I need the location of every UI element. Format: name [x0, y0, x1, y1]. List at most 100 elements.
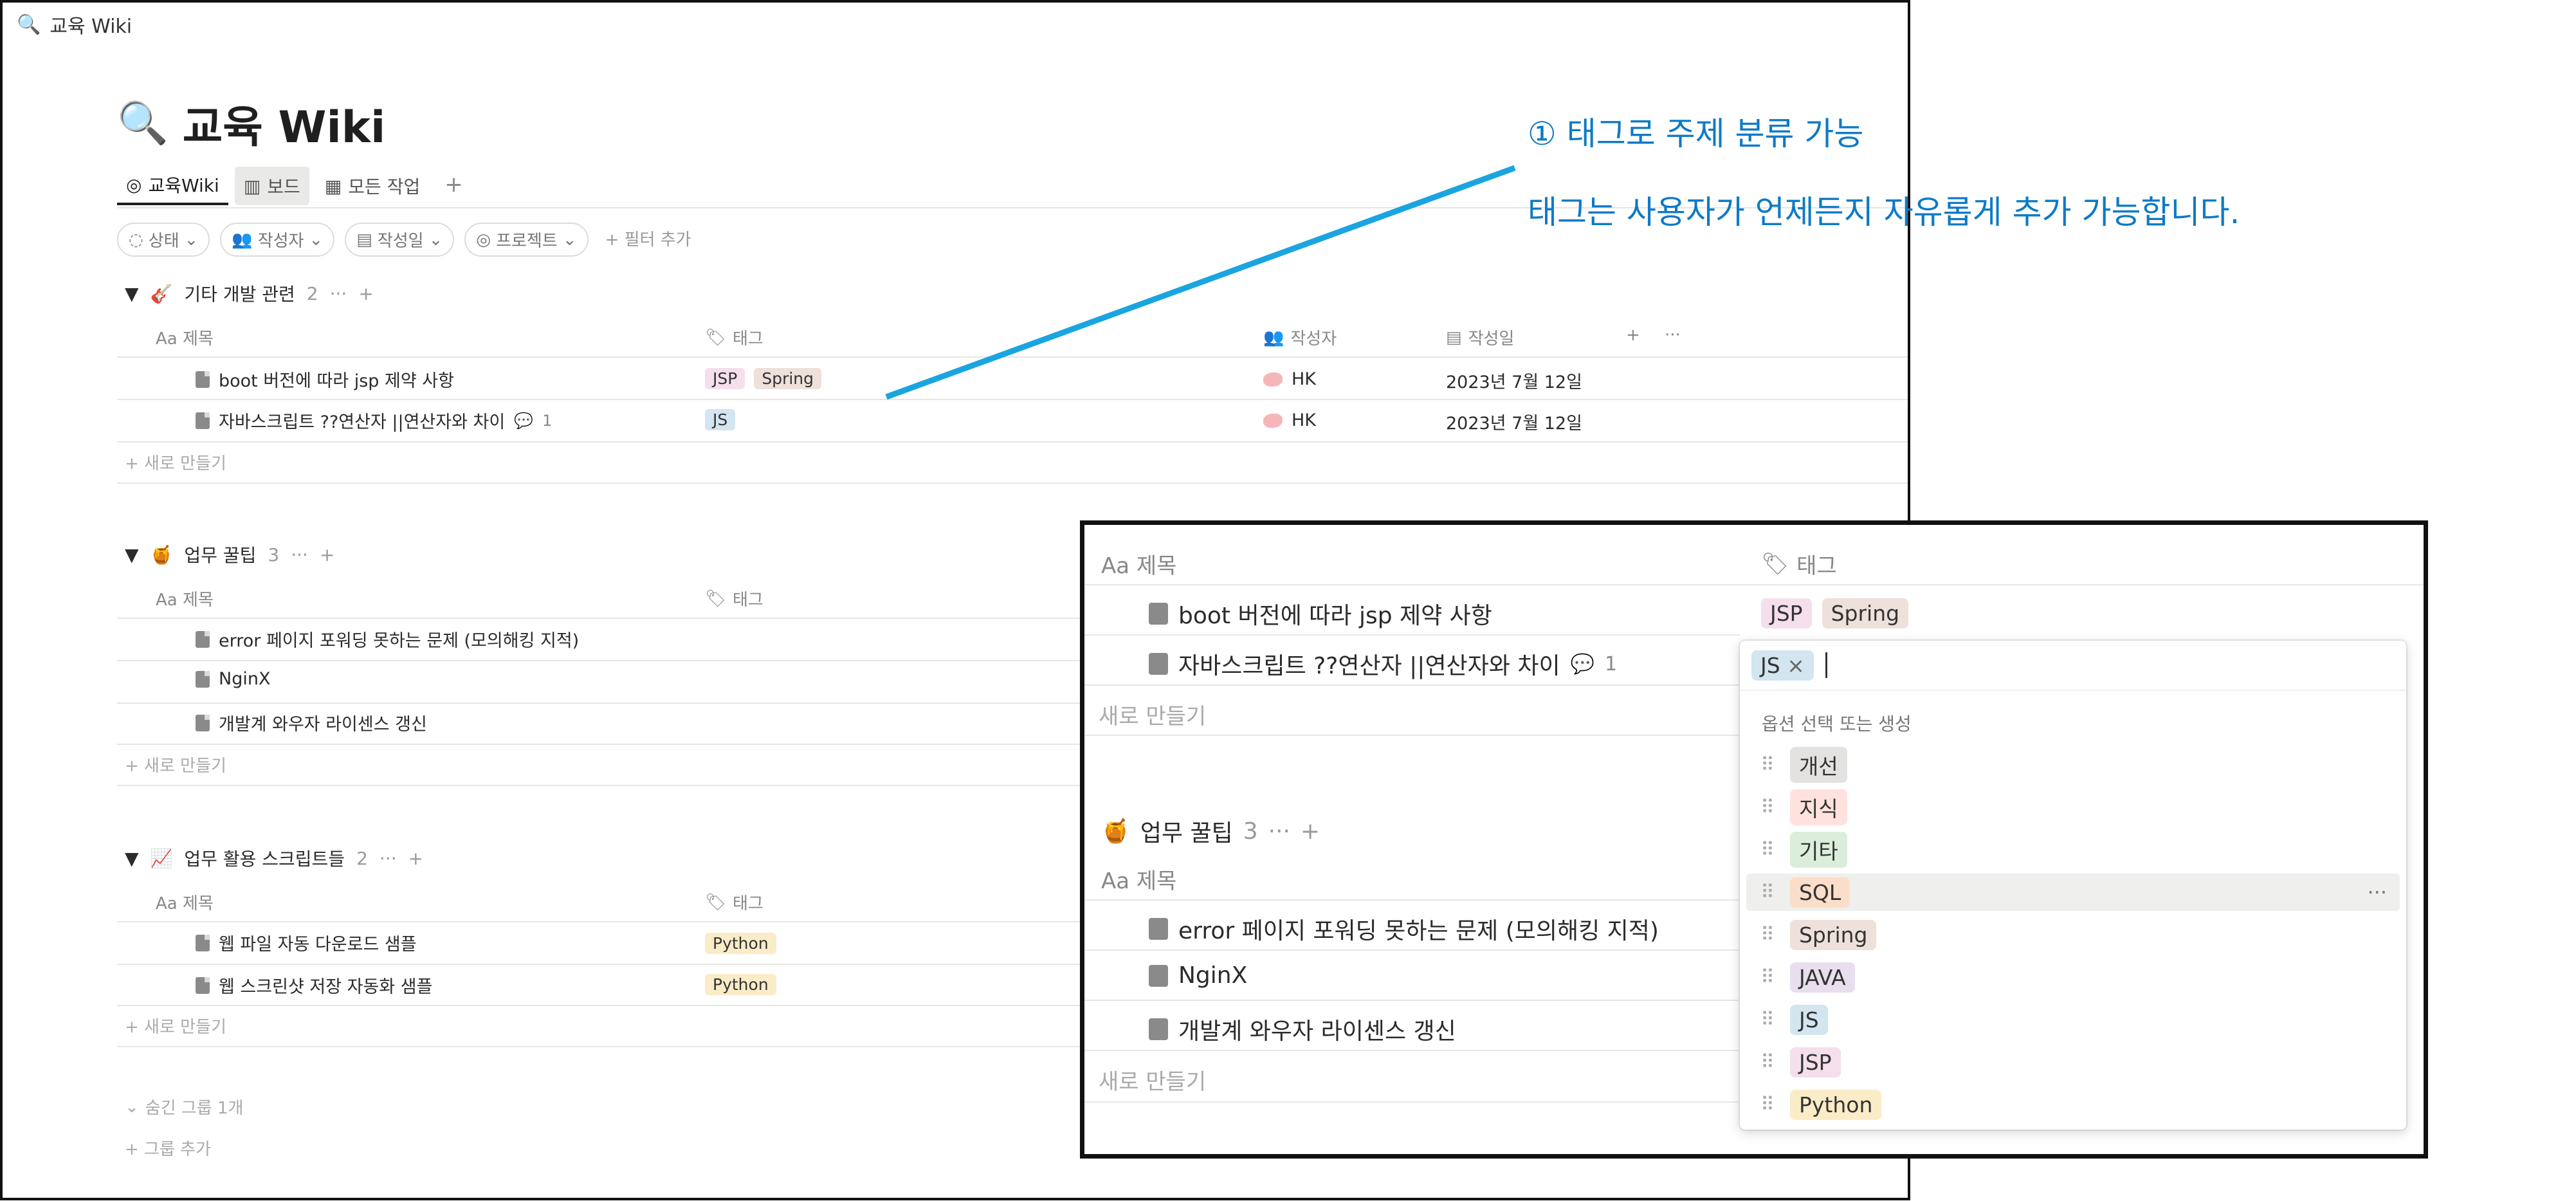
- column-header-title[interactable]: Aa 제목: [1101, 548, 1176, 580]
- option-item[interactable]: ⠿ Spring: [1746, 916, 2400, 953]
- tag-icon: 🏷: [705, 892, 727, 912]
- column-header-title[interactable]: Aa 제목: [1101, 863, 1176, 895]
- add-column-icon[interactable]: +: [1626, 325, 1640, 345]
- new-row-button[interactable]: + 새로 만들기: [125, 753, 226, 776]
- table-row[interactable]: 웹 스크린샷 저장 자동화 샘플: [196, 973, 432, 998]
- comment-icon: 💬: [514, 411, 534, 430]
- drag-handle-icon[interactable]: ⠿: [1760, 1009, 1775, 1031]
- add-icon[interactable]: +: [408, 848, 423, 869]
- more-icon[interactable]: ···: [330, 283, 347, 304]
- window-titlebar: 🔍 교육 Wiki: [17, 10, 132, 39]
- new-row-button[interactable]: + 새로 만들기: [125, 450, 226, 474]
- table-row[interactable]: 개발계 와우자 라이센스 갱신: [196, 710, 427, 735]
- tag-select-dropdown: JS × 옵션 선택 또는 생성 ⠿ 개선 ⠿ 지식 ⠿ 기타 ⠿ SQL ··· ⠿ Sp…: [1740, 641, 2406, 1130]
- column-header-tags[interactable]: 🏷 태그: [705, 325, 763, 349]
- author-cell[interactable]: HK: [1263, 410, 1316, 430]
- option-item[interactable]: ⠿ 지식: [1746, 789, 2400, 826]
- option-item[interactable]: ⠿ JS: [1746, 1001, 2400, 1038]
- table-row[interactable]: 개발계 와우자 라이센스 갱신: [1149, 1013, 1456, 1046]
- tags-cell[interactable]: Python: [705, 933, 776, 954]
- column-header-title[interactable]: Aa 제목: [156, 890, 214, 914]
- add-group-button[interactable]: + 그룹 추가: [125, 1136, 211, 1160]
- group-header[interactable]: ▼ 🍯 업무 꿀팁 3 ··· +: [125, 542, 334, 567]
- people-icon: 👥: [1263, 327, 1284, 347]
- tag-icon: 🏷: [705, 327, 727, 347]
- table-row[interactable]: error 페이지 포워딩 못하는 문제 (모의해킹 지적): [196, 627, 579, 652]
- hidden-groups-toggle[interactable]: ⌄ 숨긴 그룹 1개: [125, 1095, 243, 1119]
- chevron-down-icon: ⌄: [428, 230, 443, 250]
- tab-all-tasks[interactable]: ▦ 모든 작업: [316, 167, 429, 205]
- date-cell[interactable]: 2023년 7월 12일: [1446, 409, 1582, 434]
- close-icon[interactable]: ×: [1787, 653, 1805, 678]
- group-header[interactable]: ▼ 🎸 기타 개발 관련 2 ··· +: [125, 280, 374, 306]
- more-icon[interactable]: ···: [1268, 818, 1290, 845]
- drag-handle-icon[interactable]: ⠿: [1760, 966, 1775, 989]
- table-row[interactable]: error 페이지 포워딩 못하는 문제 (모의해킹 지적): [1149, 912, 1659, 946]
- filter-project[interactable]: ◎ 프로젝트 ⌄: [464, 223, 589, 257]
- tab-wiki[interactable]: ◎ 교육Wiki: [117, 167, 228, 205]
- filter-date[interactable]: ▤ 작성일 ⌄: [345, 223, 455, 257]
- table-row[interactable]: boot 버전에 따라 jsp 제약 사항: [1149, 597, 1492, 630]
- option-item[interactable]: ⠿ SQL ···: [1746, 874, 2400, 911]
- filter-status[interactable]: ◌ 상태 ⌄: [117, 223, 210, 257]
- divider: [117, 618, 1082, 619]
- column-header-title[interactable]: Aa 제목: [156, 325, 214, 349]
- tag-search-input[interactable]: JS ×: [1740, 641, 2406, 691]
- table-row[interactable]: NginX: [196, 669, 270, 689]
- option-item[interactable]: ⠿ JAVA: [1746, 958, 2400, 996]
- drag-handle-icon[interactable]: ⠿: [1760, 754, 1775, 776]
- column-header-date[interactable]: ▤ 작성일: [1446, 325, 1514, 349]
- tab-board[interactable]: ▥ 보드: [234, 167, 309, 205]
- option-item[interactable]: ⠿ 개선: [1746, 746, 2400, 784]
- new-row-button[interactable]: 새로 만들기: [1099, 1064, 1206, 1096]
- page-title[interactable]: 🔍 교육 Wiki: [117, 91, 385, 155]
- column-header-title[interactable]: Aa 제목: [156, 587, 214, 610]
- add-icon[interactable]: +: [358, 283, 373, 304]
- add-icon[interactable]: +: [1301, 818, 1320, 845]
- table-row[interactable]: boot 버전에 따라 jsp 제약 사항: [196, 367, 454, 392]
- option-item[interactable]: ⠿ 기타: [1746, 831, 2400, 868]
- selected-tag-chip[interactable]: JS ×: [1751, 650, 1814, 681]
- table-row[interactable]: 자바스크립트 ??연산자 ||연산자와 차이 💬 1: [196, 408, 552, 433]
- table-row[interactable]: 웹 파일 자동 다운로드 샘플: [196, 930, 417, 955]
- drag-handle-icon[interactable]: ⠿: [1760, 881, 1775, 904]
- drag-handle-icon[interactable]: ⠿: [1760, 796, 1775, 819]
- drag-handle-icon[interactable]: ⠿: [1760, 1094, 1775, 1116]
- group-header[interactable]: ▼ 📈 업무 활용 스크립트들 2 ··· +: [125, 845, 423, 871]
- filter-author[interactable]: 👥 작성자 ⌄: [220, 223, 335, 257]
- group-header[interactable]: 🍯 업무 꿀팁 3 ··· +: [1101, 814, 1320, 848]
- option-item[interactable]: ⠿ JSP: [1746, 1043, 2400, 1081]
- more-icon[interactable]: ···: [379, 848, 397, 869]
- drag-handle-icon[interactable]: ⠿: [1760, 1051, 1775, 1074]
- add-icon[interactable]: +: [320, 544, 334, 565]
- new-row-button[interactable]: + 새로 만들기: [125, 1014, 226, 1038]
- date-cell[interactable]: 2023년 7월 12일: [1446, 368, 1582, 393]
- target-icon: ◎: [476, 230, 491, 250]
- column-header-author[interactable]: 👥 작성자: [1263, 325, 1337, 349]
- tags-cell[interactable]: JSP Spring: [705, 368, 822, 389]
- tags-cell[interactable]: JSP Spring: [1761, 598, 1909, 628]
- tag-badge: Spring: [754, 368, 822, 389]
- new-row-button[interactable]: 새로 만들기: [1099, 699, 1206, 730]
- tags-cell[interactable]: JS: [705, 409, 736, 430]
- add-view-button[interactable]: +: [435, 167, 472, 205]
- table-row[interactable]: 자바스크립트 ??연산자 ||연산자와 차이 💬 1: [1149, 647, 1617, 681]
- collapse-triangle-icon: ▼: [125, 282, 139, 304]
- drag-handle-icon[interactable]: ⠿: [1760, 839, 1775, 861]
- more-icon[interactable]: ···: [1665, 325, 1681, 345]
- tag-icon: 🏷: [705, 589, 727, 609]
- drag-handle-icon[interactable]: ⠿: [1760, 924, 1775, 946]
- column-header-tags[interactable]: 🏷 태그: [705, 890, 763, 914]
- author-cell[interactable]: HK: [1263, 369, 1316, 389]
- document-icon: [196, 934, 210, 951]
- divider: [1084, 1101, 1740, 1103]
- column-header-tags[interactable]: 🏷 태그: [1761, 548, 1837, 580]
- more-icon[interactable]: ···: [2367, 880, 2387, 904]
- add-filter-button[interactable]: + 필터 추가: [599, 223, 698, 257]
- divider: [117, 702, 1082, 704]
- option-item[interactable]: ⠿ Python: [1746, 1086, 2400, 1123]
- tags-cell[interactable]: Python: [705, 974, 776, 995]
- column-header-tags[interactable]: 🏷 태그: [705, 587, 763, 610]
- table-row[interactable]: NginX: [1149, 962, 1247, 989]
- more-icon[interactable]: ···: [291, 544, 308, 565]
